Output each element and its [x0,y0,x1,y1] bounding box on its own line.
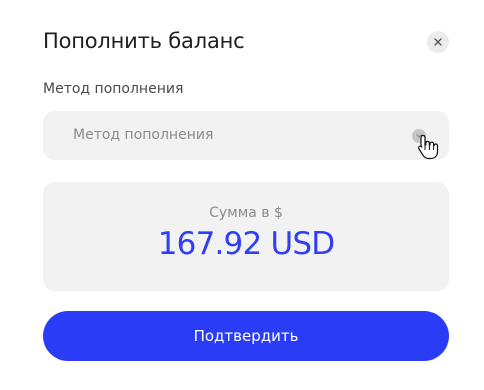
hand-pointer-icon [418,134,439,160]
amount-panel: Сумма в $ 167.92 USD [43,182,449,291]
amount-label: Сумма в $ [209,205,283,221]
confirm-button[interactable]: Подтвердить [43,311,449,361]
top-up-modal: Пополнить баланс Метод пополнения Метод … [0,0,484,390]
close-button[interactable] [427,31,449,53]
method-select-value: Метод пополнения [73,127,214,143]
amount-value: 167.92 USD [157,226,335,262]
modal-title: Пополнить баланс [43,29,245,53]
method-select[interactable]: Метод пополнения [43,111,449,160]
method-label: Метод пополнения [43,81,184,97]
close-icon [434,38,442,46]
